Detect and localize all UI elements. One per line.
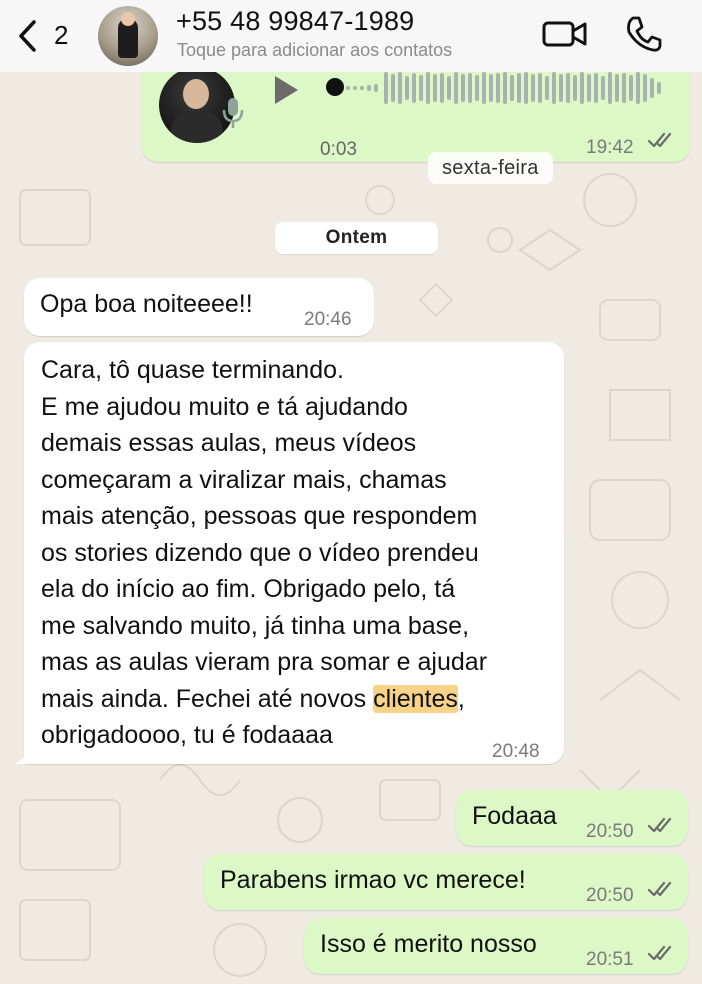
message-line: mas as aulas vieram pra somar e ajudar <box>41 648 488 676</box>
voice-call-icon[interactable] <box>624 14 664 54</box>
message-text: Opa boa noiteeee!! <box>40 290 253 318</box>
message-text: Parabens irmao vc merece! <box>220 866 526 894</box>
search-highlight: clientes <box>373 684 458 713</box>
incoming-message-bubble[interactable]: Opa boa noiteeee!! 20:46 <box>24 278 374 336</box>
message-time: 20:48 <box>492 741 540 762</box>
incoming-message-bubble[interactable]: Cara, tô quase terminando. E me ajudou mu… <box>24 342 564 764</box>
message-time: 20:46 <box>304 309 352 330</box>
contact-name[interactable]: +55 48 99847-1989 <box>176 6 414 37</box>
playback-scrubber-knob[interactable] <box>326 78 344 96</box>
message-line: obrigadoooo, tu é fodaaaa <box>41 721 333 749</box>
outgoing-message-bubble[interactable]: Fodaaa 20:50 <box>456 790 688 846</box>
message-line: os stories dizendo que o vídeo prendeu <box>41 538 479 567</box>
video-call-icon[interactable] <box>542 18 588 50</box>
message-time: 20:50 <box>586 885 634 906</box>
message-line: E me ajudou muito e tá ajudando <box>41 392 408 421</box>
message-time: 19:42 <box>586 137 634 158</box>
message-line: Cara, tô quase terminando. <box>41 356 344 384</box>
audio-waveform[interactable] <box>344 70 674 106</box>
microphone-icon <box>222 98 244 128</box>
contact-subtitle[interactable]: Toque para adicionar aos contatos <box>177 40 452 61</box>
voice-duration: 0:03 <box>320 139 357 160</box>
message-time: 20:50 <box>586 821 634 842</box>
voice-message-bubble[interactable]: sexta-feira 0:03 19:42 <box>142 60 690 184</box>
floating-day-label: sexta-feira <box>428 152 553 184</box>
outgoing-message-bubble[interactable]: Parabens irmao vc merece! 20:50 <box>204 854 688 910</box>
outgoing-message-bubble[interactable]: Isso é merito nosso 20:51 <box>304 918 688 974</box>
message-text: Isso é merito nosso <box>320 930 537 958</box>
message-text: Cara, tô quase terminando. E me ajudou mu… <box>41 352 561 754</box>
back-chevron-icon[interactable] <box>16 18 40 54</box>
message-line: começaram a viralizar mais, chamas <box>41 465 447 494</box>
message-line: mais ainda. Fechei até novos clientes, <box>41 681 561 718</box>
message-text: Fodaaa <box>472 802 557 830</box>
message-line: me salvando muito, já tinha uma base, <box>41 611 470 640</box>
message-line-text: , <box>457 684 465 713</box>
read-receipt-icon <box>648 132 672 148</box>
play-icon[interactable] <box>272 74 300 106</box>
message-line: mais atenção, pessoas que respondem <box>41 502 478 530</box>
message-time: 20:51 <box>586 949 634 970</box>
message-line: ela do início ao fim. Obrigado pelo, tá <box>41 575 456 603</box>
message-line: demais essas aulas, meus vídeos <box>41 429 417 457</box>
read-receipt-icon <box>648 881 672 897</box>
chat-header: 2 +55 48 99847-1989 Toque para adicionar… <box>0 0 702 72</box>
back-unread-count[interactable]: 2 <box>54 20 68 51</box>
message-line-text: mais ainda. Fechei até novos <box>41 684 374 713</box>
bubble-tail <box>14 750 30 764</box>
date-separator: Ontem <box>275 222 438 254</box>
contact-avatar[interactable] <box>98 6 158 66</box>
read-receipt-icon <box>648 945 672 961</box>
read-receipt-icon <box>648 817 672 833</box>
